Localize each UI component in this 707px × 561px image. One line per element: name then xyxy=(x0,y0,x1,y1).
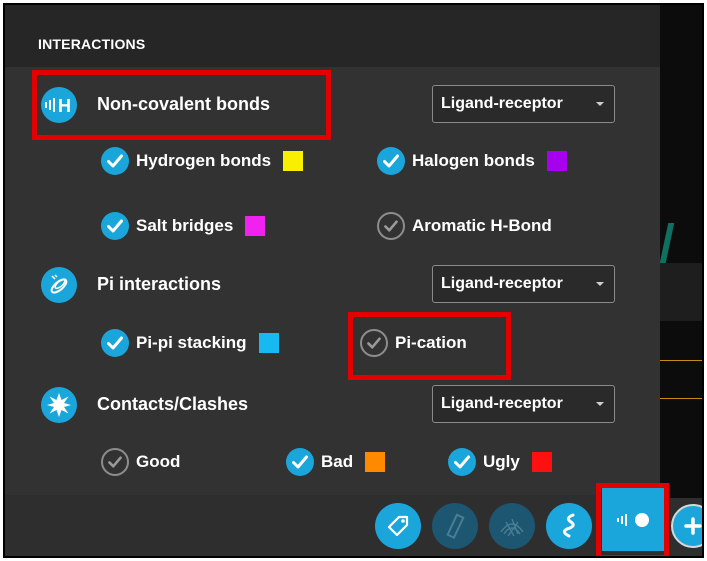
option-hydrogen-bonds[interactable]: Hydrogen bonds xyxy=(101,146,304,176)
app-window: INTERACTIONS H Non-covalent bonds Ligand… xyxy=(3,3,704,558)
viewport-band xyxy=(660,263,702,321)
option-bad[interactable]: Bad xyxy=(286,447,386,477)
option-label: Aromatic H-Bond xyxy=(412,216,552,235)
checkbox-unchecked-icon[interactable] xyxy=(377,212,405,240)
color-swatch-yellow[interactable] xyxy=(283,151,304,171)
option-aromatic-h-bond[interactable]: Aromatic H-Bond xyxy=(377,211,552,241)
option-pi-pi-stacking[interactable]: Pi-pi stacking xyxy=(101,328,279,358)
dropdown-value: Ligand-receptor xyxy=(441,275,563,292)
pi-interactions-icon[interactable] xyxy=(41,267,77,303)
color-swatch-red[interactable] xyxy=(531,452,552,472)
checkbox-checked-icon[interactable] xyxy=(101,329,129,357)
chevron-down-icon xyxy=(596,282,604,286)
section-title-pi: Pi interactions xyxy=(97,274,222,294)
option-halogen-bonds[interactable]: Halogen bonds xyxy=(377,146,567,176)
checkbox-checked-icon[interactable] xyxy=(377,147,405,175)
option-label: Bad xyxy=(321,452,354,471)
checkbox-checked-icon[interactable] xyxy=(448,448,476,476)
molecule-fragment xyxy=(659,223,675,263)
dropdown-value: Ligand-receptor xyxy=(441,395,563,412)
section-title-contacts: Contacts/Clashes xyxy=(97,394,249,414)
viewport-orange-line xyxy=(660,398,702,399)
option-label: Good xyxy=(136,452,181,471)
highlight-box-pi-cation xyxy=(348,312,511,380)
chevron-down-icon xyxy=(596,402,604,406)
chevron-down-icon xyxy=(596,102,604,106)
highlight-box-non-covalent xyxy=(32,70,331,140)
color-swatch-magenta[interactable] xyxy=(245,216,266,236)
contacts-clashes-icon[interactable] xyxy=(41,387,77,423)
color-swatch-cyan[interactable] xyxy=(258,333,279,353)
dropdown-value: Ligand-receptor xyxy=(441,95,563,112)
add-icon[interactable] xyxy=(671,504,702,548)
checkbox-checked-icon[interactable] xyxy=(286,448,314,476)
viewport-orange-line xyxy=(660,360,702,361)
option-ugly[interactable]: Ugly xyxy=(448,447,552,477)
checkbox-checked-icon[interactable] xyxy=(101,212,129,240)
checkbox-checked-icon[interactable] xyxy=(101,147,129,175)
panel-header: INTERACTIONS xyxy=(5,5,660,67)
pi-mode-dropdown[interactable]: Ligand-receptor xyxy=(432,265,615,303)
surface-mesh-icon[interactable] xyxy=(489,503,535,549)
non-covalent-mode-dropdown[interactable]: Ligand-receptor xyxy=(432,85,615,123)
label-tag-icon[interactable] xyxy=(375,503,421,549)
interactions-panel: INTERACTIONS H Non-covalent bonds Ligand… xyxy=(5,5,660,495)
option-label: Salt bridges xyxy=(136,216,234,235)
panel-title: INTERACTIONS xyxy=(38,36,146,52)
ribbon-icon[interactable] xyxy=(546,503,592,549)
option-label: Ugly xyxy=(483,452,520,471)
contacts-mode-dropdown[interactable]: Ligand-receptor xyxy=(432,385,615,423)
option-label: Halogen bonds xyxy=(412,151,535,170)
color-swatch-orange[interactable] xyxy=(365,452,386,472)
ruler-icon[interactable] xyxy=(432,503,478,549)
checkbox-unchecked-icon[interactable] xyxy=(101,448,129,476)
highlight-box-toggle xyxy=(596,483,669,556)
option-label: Hydrogen bonds xyxy=(136,151,272,170)
3d-viewport[interactable] xyxy=(659,5,702,498)
option-salt-bridges[interactable]: Salt bridges xyxy=(101,211,266,241)
option-label: Pi-pi stacking xyxy=(136,333,247,352)
color-swatch-purple[interactable] xyxy=(546,151,567,171)
option-good[interactable]: Good xyxy=(101,447,180,477)
